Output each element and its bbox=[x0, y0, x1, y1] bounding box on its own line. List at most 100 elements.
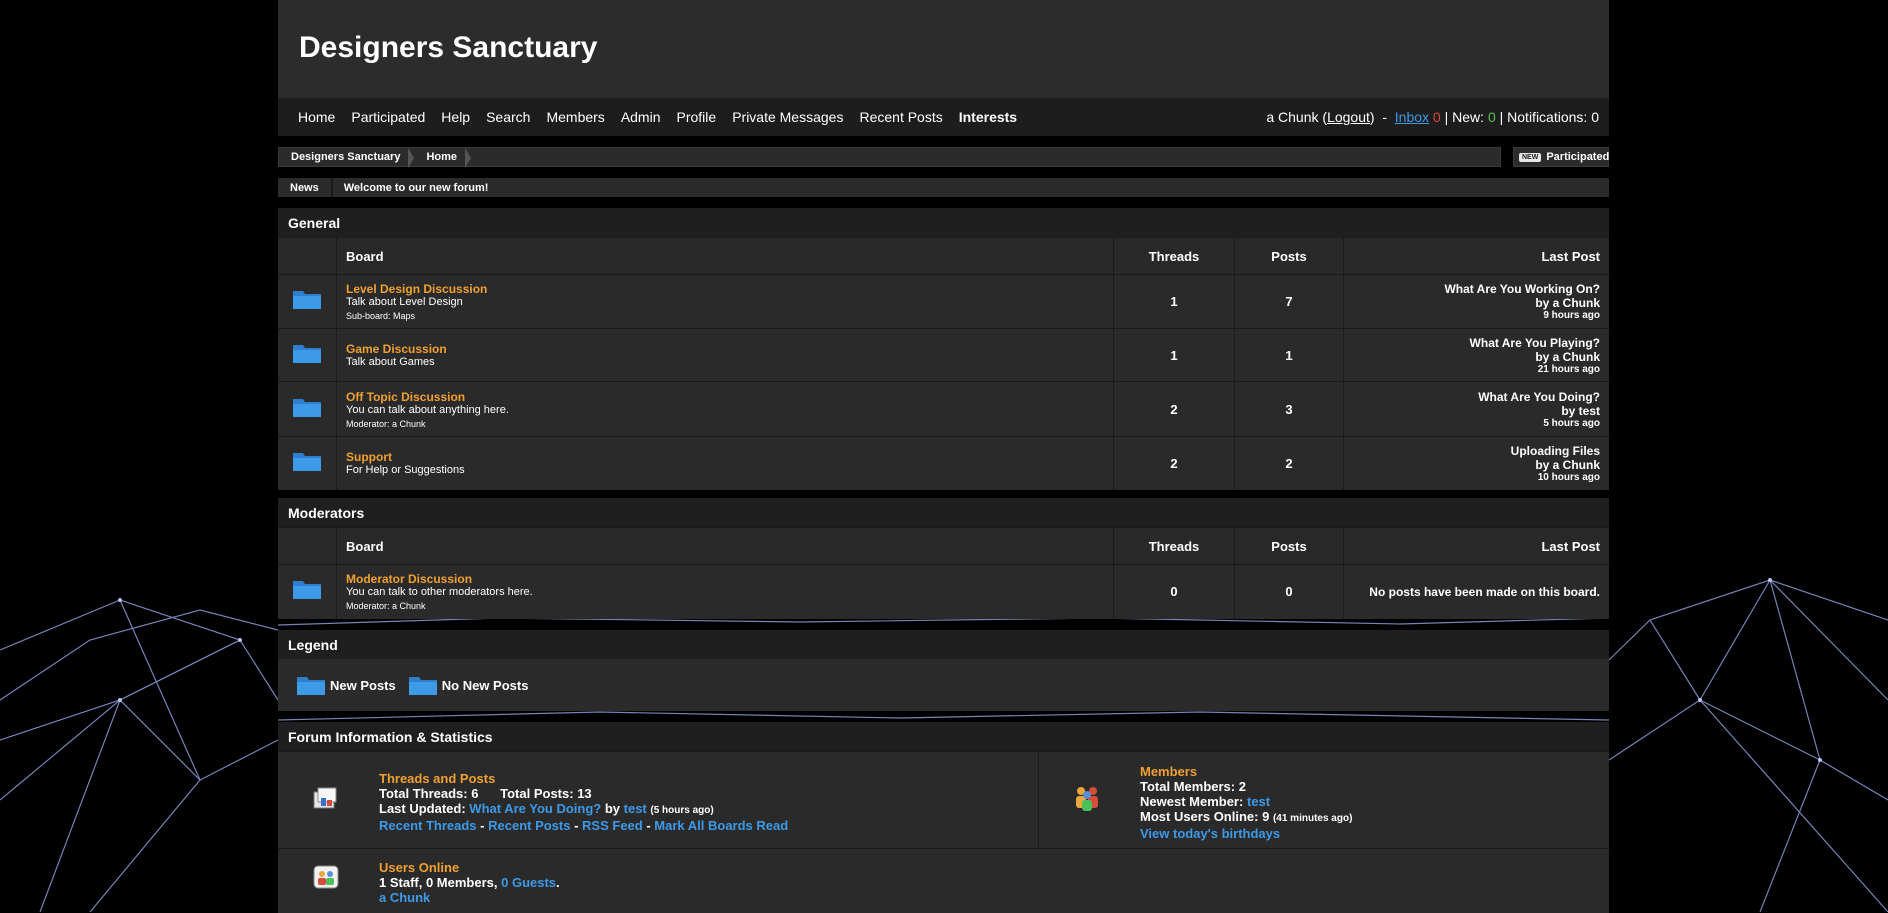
breadcrumb-site[interactable]: Designers Sanctuary bbox=[279, 148, 415, 168]
board-name[interactable]: Off Topic Discussion bbox=[346, 390, 1112, 404]
nav-members[interactable]: Members bbox=[538, 109, 612, 125]
total-members-value: 2 bbox=[1238, 779, 1246, 794]
total-posts-value: 13 bbox=[577, 786, 592, 801]
board-row: Game Discussion Talk about Games 1 1 Wha… bbox=[278, 328, 1609, 382]
total-members-label: Total Members: bbox=[1140, 779, 1236, 794]
notifications-label[interactable]: Notifications: bbox=[1507, 109, 1587, 125]
folder-icon bbox=[292, 342, 322, 364]
most-online-label: Most Users Online: bbox=[1140, 809, 1259, 824]
last-updated-thread-link[interactable]: What Are You Doing? bbox=[469, 801, 601, 816]
nav-profile[interactable]: Profile bbox=[669, 109, 725, 125]
user-box: a Chunk (Logout) - Inbox 0 | New: 0 | No… bbox=[1266, 109, 1599, 125]
thread-count: 0 bbox=[1113, 564, 1235, 619]
category-title[interactable]: General bbox=[278, 208, 1609, 237]
nav-recent-posts[interactable]: Recent Posts bbox=[851, 109, 950, 125]
board-row: Off Topic Discussion You can talk about … bbox=[278, 381, 1609, 437]
rss-feed-link[interactable]: RSS Feed bbox=[582, 818, 643, 833]
last-post-title[interactable]: Uploading Files bbox=[1345, 444, 1600, 458]
last-post-time: 9 hours ago bbox=[1543, 310, 1600, 321]
last-post-author[interactable]: by test bbox=[1345, 404, 1600, 418]
logout-link[interactable]: Logout bbox=[1327, 109, 1370, 125]
folder-no-new-icon bbox=[408, 674, 438, 696]
header-threads: Threads bbox=[1113, 237, 1235, 275]
last-post-author[interactable]: by a Chunk bbox=[1345, 350, 1600, 364]
inbox-link[interactable]: Inbox bbox=[1395, 109, 1429, 125]
header-threads: Threads bbox=[1113, 527, 1235, 565]
board-description: Talk about Games bbox=[346, 356, 435, 368]
board-name[interactable]: Moderator Discussion bbox=[346, 572, 1112, 586]
legend-no-new-posts: No New Posts bbox=[441, 677, 529, 693]
users-online-heading: Users Online bbox=[379, 860, 460, 875]
nav-bar: Home Participated Help Search Members Ad… bbox=[278, 98, 1609, 136]
nav-admin[interactable]: Admin bbox=[613, 109, 669, 125]
members-panel: Members Total Members: 2 Newest Member: … bbox=[1039, 752, 1609, 848]
header-board: Board bbox=[336, 527, 1114, 565]
most-online-time: (41 minutes ago) bbox=[1272, 813, 1353, 824]
last-post-title[interactable]: What Are You Doing? bbox=[1345, 390, 1600, 404]
forum-container: Designers Sanctuary Home Participated He… bbox=[278, 0, 1609, 913]
members-heading: Members bbox=[1140, 764, 1198, 779]
last-post-empty: No posts have been made on this board. bbox=[1343, 564, 1609, 619]
last-post-author[interactable]: by a Chunk bbox=[1345, 296, 1600, 310]
legend-new-posts: New Posts bbox=[330, 677, 396, 693]
threads-posts-heading: Threads and Posts bbox=[379, 771, 496, 786]
board-subinfo[interactable]: Moderator: a Chunk bbox=[346, 419, 1112, 429]
nav-search[interactable]: Search bbox=[478, 109, 538, 125]
newest-member-label: Newest Member: bbox=[1140, 794, 1244, 809]
board-name[interactable]: Support bbox=[346, 450, 1112, 464]
header-posts: Posts bbox=[1234, 237, 1344, 275]
category-general: General Board Threads Posts Last Post Le… bbox=[278, 208, 1609, 490]
board-row: Support For Help or Suggestions 2 2 Uplo… bbox=[278, 436, 1609, 490]
nav-private-messages[interactable]: Private Messages bbox=[724, 109, 851, 125]
online-user-link[interactable]: a Chunk bbox=[379, 890, 560, 905]
nav-help[interactable]: Help bbox=[433, 109, 478, 125]
site-title[interactable]: Designers Sanctuary bbox=[299, 31, 597, 65]
total-threads-value: 6 bbox=[471, 786, 479, 801]
board-name[interactable]: Game Discussion bbox=[346, 342, 1112, 356]
category-moderators: Moderators Board Threads Posts Last Post… bbox=[278, 498, 1609, 619]
header-last-post: Last Post bbox=[1343, 527, 1609, 565]
breadcrumb: Designers Sanctuary Home bbox=[278, 147, 1501, 168]
last-updated-label: Last Updated: bbox=[379, 801, 466, 816]
board-name[interactable]: Level Design Discussion bbox=[346, 282, 1112, 296]
new-label[interactable]: New: bbox=[1452, 109, 1484, 125]
board-description: You can talk to other moderators here. bbox=[346, 586, 533, 599]
recent-posts-link[interactable]: Recent Posts bbox=[488, 818, 570, 833]
nav-home[interactable]: Home bbox=[290, 109, 343, 125]
last-updated-user-link[interactable]: test bbox=[624, 801, 647, 816]
legend-title: Legend bbox=[278, 630, 1609, 659]
board-description: You can talk about anything here. bbox=[346, 403, 509, 416]
post-count: 7 bbox=[1234, 274, 1344, 329]
online-summary: 1 Staff, 0 Members, bbox=[379, 875, 498, 890]
participated-label: Participated bbox=[1546, 151, 1610, 163]
recent-threads-link[interactable]: Recent Threads bbox=[379, 818, 477, 833]
last-post-title[interactable]: What Are You Playing? bbox=[1345, 336, 1600, 350]
birthdays-link[interactable]: View today's birthdays bbox=[1140, 826, 1352, 841]
thread-count: 2 bbox=[1113, 381, 1235, 437]
board-subinfo[interactable]: Sub-board: Maps bbox=[346, 311, 1112, 321]
header-board: Board bbox=[336, 237, 1114, 275]
username[interactable]: a Chunk bbox=[1266, 109, 1318, 125]
news-label: News bbox=[278, 178, 333, 197]
mark-all-read-link[interactable]: Mark All Boards Read bbox=[654, 818, 788, 833]
total-posts-label: Total Posts: bbox=[500, 786, 574, 801]
last-post-time: 21 hours ago bbox=[1537, 363, 1600, 375]
last-post-time: 10 hours ago bbox=[1537, 471, 1600, 483]
board-subinfo[interactable]: Moderator: a Chunk bbox=[346, 601, 1112, 611]
thread-count: 1 bbox=[1113, 328, 1235, 382]
category-title[interactable]: Moderators bbox=[278, 498, 1609, 527]
breadcrumb-home[interactable]: Home bbox=[414, 148, 471, 168]
most-online-value: 9 bbox=[1262, 809, 1270, 824]
participated-button[interactable]: NEW Participated bbox=[1513, 147, 1609, 167]
boards-table: Board Threads Posts Last Post Level Desi… bbox=[278, 237, 1609, 490]
header-last-post: Last Post bbox=[1343, 237, 1609, 275]
newest-member-link[interactable]: test bbox=[1247, 794, 1270, 809]
folder-new-icon bbox=[296, 674, 326, 696]
guests-link[interactable]: 0 Guests bbox=[501, 875, 556, 890]
nav-interests[interactable]: Interests bbox=[951, 109, 1025, 125]
last-post-title[interactable]: What Are You Working On? bbox=[1345, 282, 1600, 296]
post-count: 1 bbox=[1234, 328, 1344, 382]
threads-posts-icon bbox=[313, 787, 337, 809]
last-post-author[interactable]: by a Chunk bbox=[1345, 458, 1600, 472]
nav-participated[interactable]: Participated bbox=[343, 109, 433, 125]
